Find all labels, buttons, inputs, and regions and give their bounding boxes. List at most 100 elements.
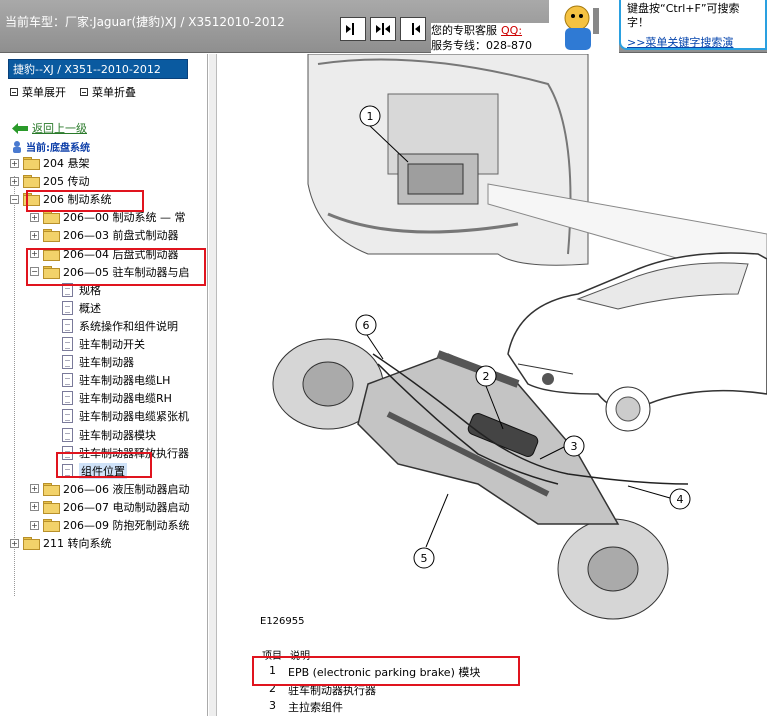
- tree-item-label: 驻车制动器电缆紧张机: [79, 410, 189, 424]
- tree-item-label: 规格: [79, 283, 101, 297]
- expand-node-icon[interactable]: +: [30, 249, 39, 258]
- tree-folder-item[interactable]: +211 转向系统: [10, 534, 112, 552]
- callout-4-label: 4: [677, 493, 684, 506]
- folder-icon: [23, 193, 40, 207]
- tree-doc-item[interactable]: 系统操作和组件说明: [62, 317, 178, 335]
- tree-item-label: 205 传动: [43, 175, 90, 189]
- figure-id: E126955: [260, 616, 305, 627]
- folder-icon: [43, 519, 60, 532]
- legend-desc: 驻车制动器执行器: [288, 684, 376, 697]
- tree-item-label: 概述: [79, 301, 101, 315]
- legend-number: 1: [269, 664, 276, 677]
- callout-5-label: 5: [421, 552, 428, 565]
- user-icon: [13, 140, 21, 153]
- arrows-split-icon: [376, 23, 390, 35]
- tree-guide-line: [14, 176, 15, 596]
- tree-doc-item[interactable]: 驻车制动器释放执行器: [62, 444, 189, 462]
- header-bar: 当前车型：厂家:Jaguar(捷豹)XJ / X3512010-2012 您的专…: [0, 0, 767, 53]
- legend-desc: EPB (electronic parking brake) 模块: [288, 666, 481, 679]
- back-arrow-icon: [12, 122, 28, 134]
- tree-folder-item[interactable]: +206—09 防抱死制动系统: [30, 516, 190, 534]
- service-label: 您的专职客服: [431, 24, 497, 37]
- expand-node-icon[interactable]: +: [30, 212, 39, 222]
- collapse-label: 菜单折叠: [92, 86, 136, 99]
- trunk-inset: [307, 54, 589, 266]
- tree-doc-item[interactable]: 驻车制动器模块: [62, 426, 156, 444]
- document-icon: [62, 282, 73, 297]
- legend-row-1: 1 EPB (electronic parking brake) 模块: [268, 664, 480, 680]
- tree-item-label: 206—06 液压制动器启动: [63, 482, 190, 496]
- folder-icon: [43, 265, 60, 279]
- car-illustration: [507, 252, 767, 432]
- tree-doc-item[interactable]: 驻车制动器电缆LH: [62, 371, 170, 389]
- expand-node-icon[interactable]: +: [30, 230, 39, 240]
- expand-node-icon[interactable]: +: [10, 176, 19, 186]
- current-section-label: 当前:底盘系统: [26, 143, 90, 154]
- tree-doc-item[interactable]: 概述: [62, 299, 101, 317]
- tree-folder-item[interactable]: +206—07 电动制动器启动: [30, 498, 190, 516]
- service-qq-link[interactable]: QQ:: [501, 24, 522, 37]
- folder-icon: [23, 157, 40, 170]
- back-link[interactable]: 返回上一级: [12, 120, 87, 136]
- tree-folder-item[interactable]: +204 悬架: [10, 154, 90, 172]
- folder-icon: [43, 229, 60, 243]
- tree-item-label: 204 悬架: [43, 157, 90, 170]
- expand-node-icon[interactable]: +: [10, 158, 19, 168]
- callout-6-label: 6: [363, 319, 370, 332]
- folder-icon: [43, 500, 60, 514]
- next-page-button[interactable]: [400, 17, 426, 41]
- prev-page-button[interactable]: [340, 17, 366, 41]
- search-tip: 键盘按“Ctrl+F”可搜索字！ >>菜单关键字搜索演: [619, 0, 767, 50]
- document-icon: [62, 373, 73, 388]
- current-section: 当前:底盘系统: [12, 139, 90, 154]
- tree-doc-item[interactable]: 驻车制动器电缆RH: [62, 389, 172, 407]
- tip-search-link[interactable]: >>菜单关键字搜索演: [627, 36, 759, 48]
- callout-3-label: 3: [571, 440, 578, 453]
- tree-folder-item[interactable]: − 206—05 驻车制动器与启: [30, 263, 190, 281]
- legend-number: 3: [269, 699, 276, 712]
- document-icon: [62, 463, 73, 478]
- document-icon: [62, 391, 73, 406]
- tree-item-label: 驻车制动器: [79, 356, 134, 370]
- document-icon: [62, 355, 73, 370]
- arrow-left-icon: [346, 23, 354, 35]
- expand-node-icon[interactable]: +: [30, 484, 39, 494]
- expand-icon: [10, 88, 18, 96]
- expand-node-icon[interactable]: +: [30, 502, 39, 512]
- tree-doc-item[interactable]: 组件位置: [62, 462, 127, 480]
- tree-item-label: 系统操作和组件说明: [79, 319, 178, 333]
- tree-folder-item[interactable]: − 206 制动系统: [10, 190, 112, 208]
- expand-node-icon[interactable]: +: [30, 520, 39, 530]
- expand-menu-button[interactable]: 菜单展开: [10, 84, 66, 100]
- tree-doc-item[interactable]: 规格: [62, 281, 101, 299]
- folder-icon: [43, 247, 60, 261]
- legend-desc: 主拉索组件: [288, 701, 343, 714]
- folder-icon: [43, 482, 60, 496]
- document-icon: [62, 337, 73, 351]
- tree-item-label: 206—00 制动系统 — 常: [63, 211, 186, 225]
- tree-folder-item[interactable]: +205 传动: [10, 172, 90, 190]
- sidebar-scrollbar[interactable]: [209, 54, 217, 716]
- tree-doc-item[interactable]: 驻车制动开关: [62, 335, 145, 353]
- folder-icon: [43, 211, 60, 225]
- tree-folder-item[interactable]: +206—03 前盘式制动器: [30, 226, 179, 244]
- mascot-icon: [564, 5, 599, 50]
- back-label: 返回上一级: [32, 122, 87, 135]
- tree-folder-item[interactable]: +206—06 液压制动器启动: [30, 480, 190, 498]
- tree-folder-item[interactable]: +206—00 制动系统 — 常: [30, 208, 185, 226]
- tree-item-label: 驻车制动器模块: [79, 428, 156, 442]
- tree-doc-item[interactable]: 驻车制动器电缆紧张机: [62, 407, 189, 425]
- split-view-button[interactable]: [370, 17, 396, 41]
- collapse-node-icon[interactable]: −: [30, 267, 39, 277]
- legend-row-2: 2 驻车制动器执行器: [268, 682, 376, 698]
- expand-node-icon[interactable]: +: [10, 538, 19, 548]
- tree-doc-item[interactable]: 驻车制动器: [62, 353, 134, 371]
- document-icon: [62, 409, 73, 424]
- collapse-menu-button[interactable]: 菜单折叠: [80, 84, 136, 100]
- model-title-bar: 捷豹--XJ / X351--2010-2012: [8, 59, 188, 79]
- collapse-node-icon[interactable]: −: [10, 194, 19, 204]
- sidebar: 捷豹--XJ / X351--2010-2012 菜单展开 菜单折叠 返回上一级…: [0, 54, 208, 716]
- service-phone: 服务专线：028-870: [431, 39, 532, 52]
- tip-text: 键盘按“Ctrl+F”可搜索字！: [627, 2, 740, 29]
- tree-folder-item[interactable]: +206—04 后盘式制动器: [30, 245, 179, 263]
